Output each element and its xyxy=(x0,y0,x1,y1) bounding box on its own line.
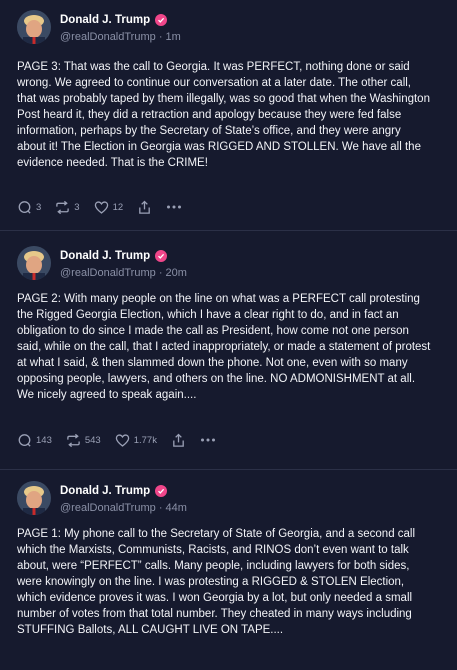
avatar[interactable] xyxy=(17,481,51,515)
share-icon xyxy=(173,433,184,447)
post-actions: 143 543 1.77k xyxy=(17,431,216,449)
handle-row: @realDonaldTrump · 1m xyxy=(60,31,181,43)
retruth-icon xyxy=(56,200,70,214)
more-button[interactable] xyxy=(166,204,182,210)
post[interactable]: Donald J. Trump @realDonaldTrump · 44m P… xyxy=(0,471,457,670)
handle-row: @realDonaldTrump · 20m xyxy=(60,267,187,279)
author-row: Donald J. Trump xyxy=(60,248,168,264)
post-text: PAGE 1: My phone call to the Secretary o… xyxy=(17,528,416,636)
truth-feed: Donald J. Trump @realDonaldTrump · 1m PA… xyxy=(0,0,457,670)
separator-dot: · xyxy=(158,502,166,514)
reply-button[interactable]: 143 xyxy=(17,433,52,448)
retruth-icon xyxy=(67,433,80,447)
post-time[interactable]: 20m xyxy=(166,267,187,279)
retruth-count: 3 xyxy=(74,201,80,213)
retruth-count: 543 xyxy=(84,434,101,446)
reply-count: 143 xyxy=(36,434,52,446)
handle-row: @realDonaldTrump · 44m xyxy=(60,502,187,514)
author-handle[interactable]: @realDonaldTrump xyxy=(60,31,156,43)
reply-button[interactable]: 3 xyxy=(17,200,41,215)
author-row: Donald J. Trump xyxy=(60,483,168,499)
reply-icon xyxy=(18,200,31,214)
like-button[interactable]: 1.77k xyxy=(115,433,157,448)
author-name[interactable]: Donald J. Trump xyxy=(60,14,150,26)
verified-check-icon xyxy=(155,250,168,262)
reply-count: 3 xyxy=(36,201,42,213)
heart-icon xyxy=(115,433,129,447)
more-button[interactable] xyxy=(200,437,216,443)
heart-icon xyxy=(94,200,108,214)
post-time[interactable]: 44m xyxy=(166,502,187,514)
post-time[interactable]: 1m xyxy=(166,31,181,43)
post-text: PAGE 3: That was the call to Georgia. It… xyxy=(17,61,430,169)
separator-dot: · xyxy=(158,31,166,43)
post-actions: 3 3 12 xyxy=(17,198,182,216)
post-divider xyxy=(0,230,457,231)
like-count: 12 xyxy=(112,201,124,213)
post-divider xyxy=(0,469,457,470)
separator-dot: · xyxy=(158,267,166,279)
avatar[interactable] xyxy=(17,10,51,44)
author-handle[interactable]: @realDonaldTrump xyxy=(60,267,156,279)
retruth-button[interactable]: 3 xyxy=(55,200,80,215)
author-handle[interactable]: @realDonaldTrump xyxy=(60,502,156,514)
like-button[interactable]: 12 xyxy=(94,200,124,215)
avatar[interactable] xyxy=(17,246,51,280)
post[interactable]: Donald J. Trump @realDonaldTrump · 1m PA… xyxy=(0,0,457,230)
more-icon xyxy=(200,438,215,442)
reply-icon xyxy=(18,433,31,447)
more-icon xyxy=(167,205,182,209)
author-row: Donald J. Trump xyxy=(60,12,168,28)
like-count: 1.77k xyxy=(133,434,157,446)
share-button[interactable] xyxy=(171,433,186,448)
verified-check-icon xyxy=(155,14,168,26)
retruth-button[interactable]: 543 xyxy=(66,433,101,448)
author-name[interactable]: Donald J. Trump xyxy=(60,485,150,497)
post-text: PAGE 2: With many people on the line on … xyxy=(17,293,431,401)
post[interactable]: Donald J. Trump @realDonaldTrump · 20m P… xyxy=(0,236,457,469)
verified-check-icon xyxy=(155,485,168,497)
author-name[interactable]: Donald J. Trump xyxy=(60,250,150,262)
share-icon xyxy=(139,200,151,214)
share-button[interactable] xyxy=(137,200,152,215)
